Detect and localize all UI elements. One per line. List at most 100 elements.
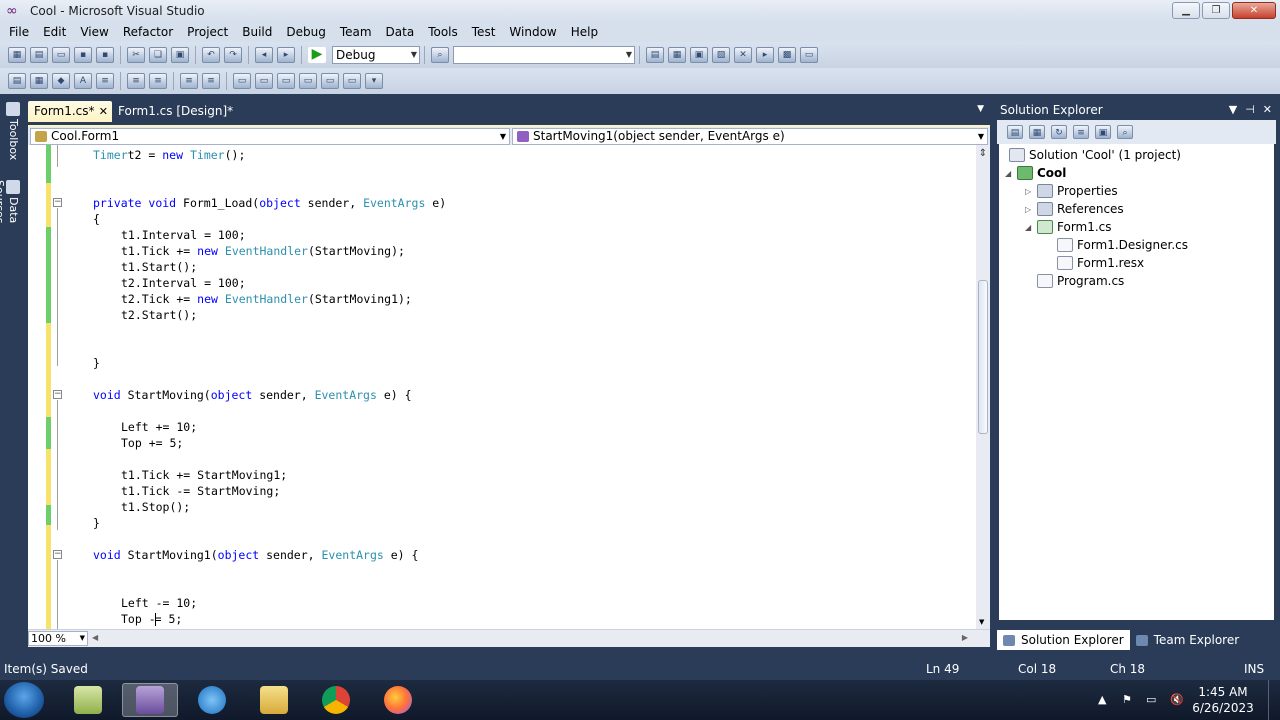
outdent-icon[interactable]: ≡ bbox=[149, 73, 167, 89]
display-object-members-icon[interactable]: ▤ bbox=[8, 73, 26, 89]
extension-manager-icon[interactable]: ✕ bbox=[734, 47, 752, 63]
split-window-handle[interactable]: ⇕ bbox=[978, 148, 988, 160]
collapse-region-icon[interactable]: − bbox=[53, 550, 62, 559]
scroll-down-arrow-icon[interactable]: ▼ bbox=[979, 618, 984, 626]
tree-item[interactable]: Program.cs bbox=[1025, 272, 1124, 290]
comment-lines-icon[interactable]: ≡ bbox=[180, 73, 198, 89]
close-icon[interactable]: ✕ bbox=[1263, 100, 1272, 120]
view-code-icon[interactable]: ≡ bbox=[1073, 125, 1089, 139]
window-layout-icon[interactable]: ▭ bbox=[800, 47, 818, 63]
collapse-region-icon[interactable]: − bbox=[53, 390, 62, 399]
undo-icon[interactable]: ↶ bbox=[202, 47, 220, 63]
collapse-region-icon[interactable]: − bbox=[53, 198, 62, 207]
toolbar-options-icon[interactable]: ▾ bbox=[365, 73, 383, 89]
properties-window-icon[interactable]: ▦ bbox=[668, 47, 686, 63]
tab-form1-cs[interactable]: Form1.cs* ✕ bbox=[28, 101, 112, 122]
scroll-left-arrow-icon[interactable]: ◀ bbox=[92, 633, 98, 642]
new-project-icon[interactable]: ▦ bbox=[8, 47, 26, 63]
tree-item[interactable]: ◢ Form1.cs bbox=[1025, 218, 1112, 236]
zoom-combo[interactable]: 100 % ▼ bbox=[28, 631, 88, 646]
menu-tools[interactable]: Tools bbox=[421, 25, 465, 39]
collapse-arrow-icon[interactable]: ◢ bbox=[1005, 169, 1017, 178]
menu-data[interactable]: Data bbox=[379, 25, 422, 39]
volume-muted-icon[interactable]: 🔇 bbox=[1170, 693, 1184, 707]
menu-build[interactable]: Build bbox=[235, 25, 279, 39]
properties-icon[interactable]: ▤ bbox=[1007, 125, 1023, 139]
minimize-button[interactable]: ▁ bbox=[1172, 2, 1200, 19]
taskbar-firefox[interactable] bbox=[370, 683, 426, 717]
members-dropdown[interactable]: StartMoving1(object sender, EventArgs e)… bbox=[512, 128, 988, 145]
toggle-bookmark-icon[interactable]: ▭ bbox=[233, 73, 251, 89]
menu-refactor[interactable]: Refactor bbox=[116, 25, 180, 39]
next-bookmark-icon[interactable]: ▭ bbox=[277, 73, 295, 89]
quick-info-icon[interactable]: ◆ bbox=[52, 73, 70, 89]
code-editor[interactable]: − − − Timert2 = new Timer(); private void… bbox=[28, 145, 978, 629]
object-browser-icon[interactable]: ▣ bbox=[690, 47, 708, 63]
solution-configuration-combo[interactable]: Debug ▼ bbox=[332, 46, 420, 64]
editor-vertical-scrollbar[interactable]: ⇕ ▼ bbox=[976, 145, 990, 629]
expand-arrow-icon[interactable]: ▷ bbox=[1025, 187, 1037, 196]
show-desktop-button[interactable] bbox=[1268, 680, 1280, 720]
tree-item[interactable]: Form1.resx bbox=[1045, 254, 1144, 272]
network-icon[interactable]: ▭ bbox=[1146, 693, 1160, 707]
taskbar-internet-explorer[interactable] bbox=[184, 683, 240, 717]
team-explorer-icon[interactable]: ▩ bbox=[778, 47, 796, 63]
restore-button[interactable]: ❐ bbox=[1202, 2, 1230, 19]
prev-bookmark-folder-icon[interactable]: ▭ bbox=[299, 73, 317, 89]
clock[interactable]: 1:45 AM 6/26/2023 bbox=[1188, 684, 1258, 716]
taskbar-chrome[interactable] bbox=[308, 683, 364, 717]
tree-item[interactable]: ◢ Cool bbox=[1005, 164, 1066, 182]
window-position-icon[interactable]: ▼ bbox=[1229, 100, 1237, 120]
menu-edit[interactable]: Edit bbox=[36, 25, 73, 39]
navigate-backward-icon[interactable]: ◂ bbox=[255, 47, 273, 63]
previous-bookmark-icon[interactable]: ▭ bbox=[255, 73, 273, 89]
menu-help[interactable]: Help bbox=[564, 25, 605, 39]
word-completion-icon[interactable]: A bbox=[74, 73, 92, 89]
menu-debug[interactable]: Debug bbox=[279, 25, 332, 39]
start-page-icon[interactable]: ▸ bbox=[756, 47, 774, 63]
menu-team[interactable]: Team bbox=[333, 25, 379, 39]
clear-bookmarks-icon[interactable]: ▭ bbox=[343, 73, 361, 89]
taskbar-visual-studio[interactable] bbox=[122, 683, 178, 717]
active-files-dropdown-icon[interactable]: ▼ bbox=[977, 104, 984, 114]
tab-form1-design[interactable]: Form1.cs [Design]* bbox=[112, 101, 239, 122]
show-hidden-icons-icon[interactable]: ▲ bbox=[1098, 693, 1112, 707]
taskbar-file-explorer[interactable] bbox=[246, 683, 302, 717]
save-all-icon[interactable]: ▪ bbox=[96, 47, 114, 63]
solution-explorer-icon[interactable]: ▤ bbox=[646, 47, 664, 63]
tree-item[interactable]: Solution 'Cool' (1 project) bbox=[1009, 146, 1181, 164]
refresh-icon[interactable]: ↻ bbox=[1051, 125, 1067, 139]
navigate-forward-icon[interactable]: ▸ bbox=[277, 47, 295, 63]
view-class-diagram-icon[interactable]: ⌕ bbox=[1117, 125, 1133, 139]
start-button[interactable] bbox=[4, 682, 44, 718]
tree-item[interactable]: Form1.Designer.cs bbox=[1045, 236, 1188, 254]
save-icon[interactable]: ▪ bbox=[74, 47, 92, 63]
redo-icon[interactable]: ↷ bbox=[224, 47, 242, 63]
copy-icon[interactable]: ❏ bbox=[149, 47, 167, 63]
find-combo[interactable]: ▼ bbox=[453, 46, 635, 64]
auto-hide-pin-icon[interactable]: ⊣ bbox=[1245, 100, 1255, 120]
data-sources-tab[interactable]: Data Sources bbox=[0, 180, 20, 270]
display-parameter-info-icon[interactable]: ▦ bbox=[30, 73, 48, 89]
menu-window[interactable]: Window bbox=[502, 25, 563, 39]
add-item-icon[interactable]: ▤ bbox=[30, 47, 48, 63]
expand-arrow-icon[interactable]: ▷ bbox=[1025, 205, 1037, 214]
action-center-flag-icon[interactable]: ⚑ bbox=[1122, 693, 1136, 707]
menu-view[interactable]: View bbox=[73, 25, 115, 39]
taskbar-notes-app[interactable] bbox=[60, 683, 116, 717]
tree-item[interactable]: ▷ Properties bbox=[1025, 182, 1118, 200]
collapse-arrow-icon[interactable]: ◢ bbox=[1025, 223, 1037, 232]
scrollbar-thumb[interactable] bbox=[978, 280, 988, 434]
cut-icon[interactable]: ✂ bbox=[127, 47, 145, 63]
types-dropdown[interactable]: Cool.Form1 ▼ bbox=[30, 128, 510, 145]
start-debugging-icon[interactable]: ▶ bbox=[308, 47, 326, 63]
next-bookmark-folder-icon[interactable]: ▭ bbox=[321, 73, 339, 89]
increase-indent-icon[interactable]: ≡ bbox=[127, 73, 145, 89]
menu-file[interactable]: File bbox=[2, 25, 36, 39]
close-icon[interactable]: ✕ bbox=[99, 101, 108, 122]
close-button[interactable]: ✕ bbox=[1232, 2, 1276, 19]
paste-icon[interactable]: ▣ bbox=[171, 47, 189, 63]
tab-team-explorer[interactable]: Team Explorer bbox=[1130, 630, 1246, 650]
toolbox-icon[interactable]: ▧ bbox=[712, 47, 730, 63]
menu-test[interactable]: Test bbox=[465, 25, 503, 39]
